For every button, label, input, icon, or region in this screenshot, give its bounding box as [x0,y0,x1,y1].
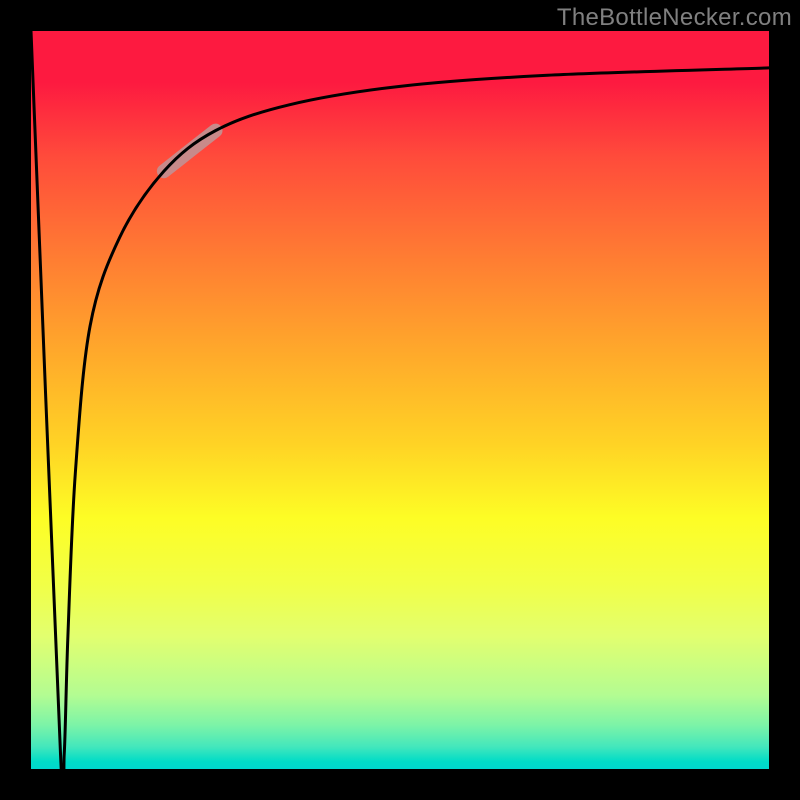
bottleneck-curve [31,31,769,769]
chart-frame: TheBottleNecker.com [0,0,800,800]
attribution-text: TheBottleNecker.com [557,4,792,32]
curve-layer [31,31,769,769]
plot-area [31,31,769,769]
